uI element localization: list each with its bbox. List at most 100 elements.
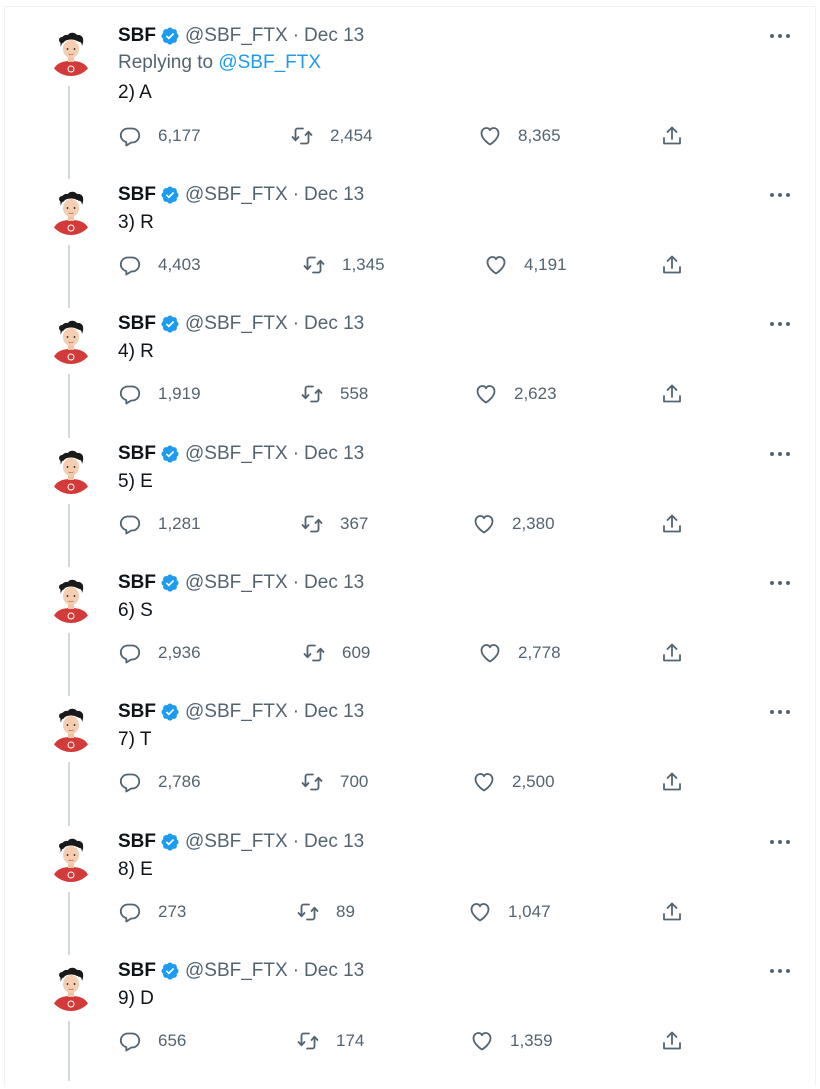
reply-count: 4,403	[158, 255, 201, 274]
more-icon[interactable]	[768, 573, 792, 593]
like-button[interactable]: 1,047	[468, 900, 551, 924]
share-button[interactable]	[660, 512, 684, 536]
more-icon[interactable]	[768, 832, 792, 852]
reply-button[interactable]: 273	[118, 900, 186, 924]
retweet-icon	[302, 253, 326, 277]
tweet-date[interactable]: Dec 13	[304, 960, 364, 982]
like-button[interactable]: 4,191	[484, 253, 567, 277]
share-button[interactable]	[660, 253, 684, 277]
tweet-date[interactable]: Dec 13	[304, 701, 364, 723]
share-button[interactable]	[660, 900, 684, 924]
share-button[interactable]	[660, 382, 684, 406]
author-handle[interactable]: @SBF_FTX	[185, 831, 288, 853]
avatar[interactable]	[48, 836, 94, 882]
author-handle[interactable]: @SBF_FTX	[185, 313, 288, 335]
tweet[interactable]: SBF @SBF_FTX · Dec 13 9) D 656 174 1,359	[0, 959, 820, 1089]
thread-connector	[68, 1021, 70, 1081]
like-button[interactable]: 2,623	[474, 382, 557, 406]
avatar[interactable]	[48, 30, 94, 76]
author-name[interactable]: SBF	[118, 443, 156, 465]
like-button[interactable]: 2,380	[472, 512, 555, 536]
retweet-button[interactable]: 609	[302, 641, 370, 665]
reply-button[interactable]: 2,936	[118, 641, 201, 665]
share-icon	[660, 900, 684, 924]
tweet[interactable]: SBF @SBF_FTX · Dec 13 2) A 6,177 2,454 8…	[0, 24, 820, 179]
author-handle[interactable]: @SBF_FTX	[185, 25, 288, 47]
tweet[interactable]: SBF @SBF_FTX · Dec 13 3) R 4,403 1,345 4…	[0, 183, 820, 313]
author-name[interactable]: SBF	[118, 960, 156, 982]
replying-to-mention[interactable]: @SBF_FTX	[218, 52, 321, 73]
author-name[interactable]: SBF	[118, 572, 156, 594]
tweet-text: 2) A	[118, 82, 152, 103]
more-icon[interactable]	[768, 26, 792, 46]
retweet-button[interactable]: 89	[296, 900, 355, 924]
tweet-date[interactable]: Dec 13	[304, 184, 364, 206]
more-icon[interactable]	[768, 702, 792, 722]
tweet-date[interactable]: Dec 13	[304, 831, 364, 853]
like-icon	[478, 124, 502, 148]
author-name[interactable]: SBF	[118, 184, 156, 206]
tweet-date[interactable]: Dec 13	[304, 443, 364, 465]
retweet-button[interactable]: 558	[300, 382, 368, 406]
tweet-date[interactable]: Dec 13	[304, 313, 364, 335]
retweet-button[interactable]: 367	[300, 512, 368, 536]
share-button[interactable]	[660, 641, 684, 665]
author-handle[interactable]: @SBF_FTX	[185, 572, 288, 594]
retweet-icon	[300, 382, 324, 406]
avatar[interactable]	[48, 189, 94, 235]
author-handle[interactable]: @SBF_FTX	[185, 960, 288, 982]
reply-button[interactable]: 656	[118, 1029, 186, 1053]
more-icon[interactable]	[768, 314, 792, 334]
avatar[interactable]	[48, 448, 94, 494]
like-button[interactable]: 1,359	[470, 1029, 553, 1053]
author-handle[interactable]: @SBF_FTX	[185, 701, 288, 723]
tweet-date[interactable]: Dec 13	[304, 572, 364, 594]
like-button[interactable]: 8,365	[478, 124, 561, 148]
share-button[interactable]	[660, 124, 684, 148]
tweet[interactable]: SBF @SBF_FTX · Dec 13 7) T 2,786 700 2,5…	[0, 700, 820, 830]
retweet-button[interactable]: 700	[300, 770, 368, 794]
author-name[interactable]: SBF	[118, 701, 156, 723]
author-handle[interactable]: @SBF_FTX	[185, 443, 288, 465]
avatar[interactable]	[48, 965, 94, 1011]
avatar[interactable]	[48, 318, 94, 364]
author-name[interactable]: SBF	[118, 25, 156, 47]
tweet-date[interactable]: Dec 13	[304, 25, 364, 47]
reply-button[interactable]: 1,281	[118, 512, 201, 536]
more-icon[interactable]	[768, 961, 792, 981]
share-button[interactable]	[660, 770, 684, 794]
tweet[interactable]: SBF @SBF_FTX · Dec 13 8) E 273 89 1,047	[0, 830, 820, 960]
reply-button[interactable]: 2,786	[118, 770, 201, 794]
tweet[interactable]: SBF @SBF_FTX · Dec 13 6) S 2,936 609 2,7…	[0, 571, 820, 701]
more-icon[interactable]	[768, 444, 792, 464]
like-count: 1,359	[510, 1031, 553, 1050]
reply-button[interactable]: 4,403	[118, 253, 201, 277]
tweet[interactable]: SBF @SBF_FTX · Dec 13 4) R 1,919 558 2,6…	[0, 312, 820, 442]
share-icon	[660, 512, 684, 536]
tweet-actions: 1,281 367 2,380	[118, 512, 698, 536]
share-icon	[660, 253, 684, 277]
like-button[interactable]: 2,500	[472, 770, 555, 794]
retweet-button[interactable]: 174	[296, 1029, 364, 1053]
retweet-button[interactable]: 1,345	[302, 253, 385, 277]
author-handle[interactable]: @SBF_FTX	[185, 184, 288, 206]
share-icon	[660, 124, 684, 148]
verified-badge-icon	[160, 185, 180, 205]
share-icon	[660, 382, 684, 406]
thread-connector	[68, 245, 70, 308]
reply-button[interactable]: 6,177	[118, 124, 201, 148]
share-button[interactable]	[660, 1029, 684, 1053]
tweet-header: SBF @SBF_FTX · Dec 13	[118, 700, 364, 724]
avatar[interactable]	[48, 577, 94, 623]
tweet-header: SBF @SBF_FTX · Dec 13	[118, 959, 364, 983]
reply-button[interactable]: 1,919	[118, 382, 201, 406]
more-icon[interactable]	[768, 185, 792, 205]
tweet-header: SBF @SBF_FTX · Dec 13	[118, 312, 364, 336]
thread-connector	[68, 633, 70, 696]
author-name[interactable]: SBF	[118, 831, 156, 853]
avatar[interactable]	[48, 706, 94, 752]
retweet-button[interactable]: 2,454	[290, 124, 373, 148]
tweet[interactable]: SBF @SBF_FTX · Dec 13 5) E 1,281 367 2,3…	[0, 442, 820, 572]
author-name[interactable]: SBF	[118, 313, 156, 335]
like-button[interactable]: 2,778	[478, 641, 561, 665]
